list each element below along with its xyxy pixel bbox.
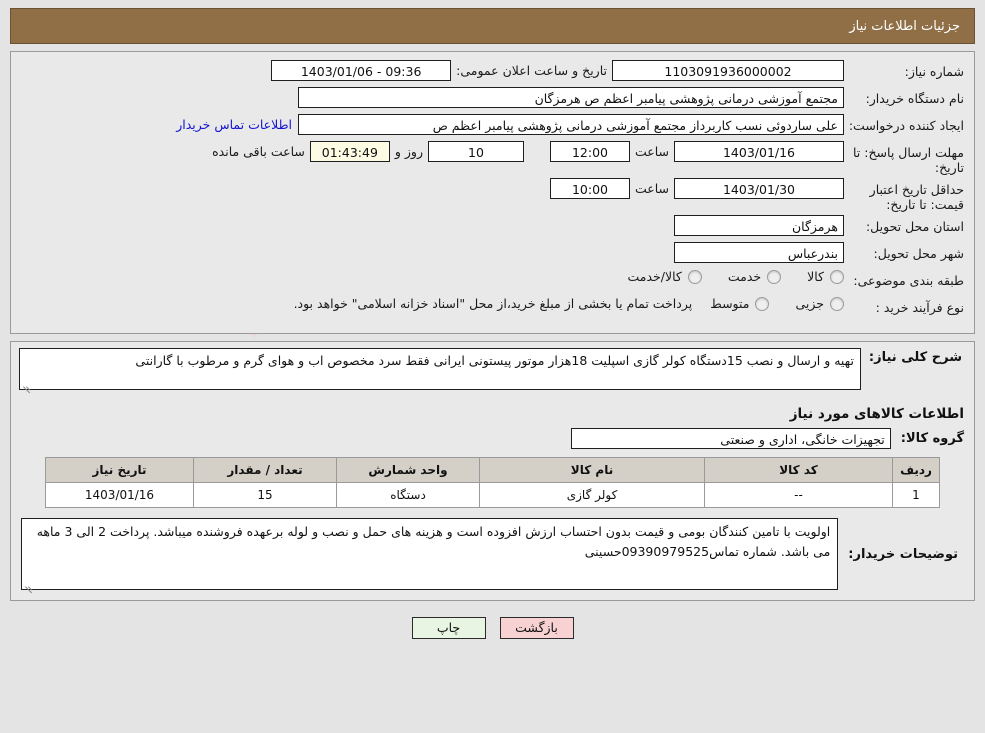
process-option-label-0: جزیی [795, 296, 824, 311]
row-deadline: مهلت ارسال پاسخ: تا تاریخ: 1403/01/16 سا… [21, 141, 964, 175]
buyer-notes-label: توضیحات خریدار: [848, 546, 958, 562]
category-option-label-2: کالا/خدمت [627, 269, 682, 284]
cell-code: -- [704, 482, 893, 508]
deadline-hour-label: ساعت [634, 144, 669, 159]
column-header-code: کد کالا [704, 457, 893, 483]
radio-circle-icon[interactable] [755, 296, 770, 311]
buyer-notes-textarea[interactable]: اولویت با تامین کنندگان بومی و قیمت بدون… [21, 518, 839, 590]
buyer-org-label: نام دستگاه خریدار: [865, 91, 964, 106]
radio-circle-icon[interactable] [830, 269, 844, 284]
category-radio-kala-khedmat[interactable]: کالا/خدمت [627, 269, 702, 284]
row-need-number: شماره نیاز: 1103091936000002 تاریخ و ساع… [21, 60, 964, 84]
header-bar: جزئیات اطلاعات نیاز [10, 8, 975, 44]
process-note: پرداخت تمام یا بخشی از مبلغ خرید،از محل … [293, 296, 693, 311]
print-button[interactable]: چاپ [411, 617, 486, 639]
row-creator: ایجاد کننده درخواست: علی ساردوئی نسب کار… [21, 114, 964, 138]
cell-name: کولر گازی [479, 482, 705, 508]
price-validity-label: حداقل تاریخ اعتبار قیمت: تا تاریخ: [869, 182, 964, 212]
deadline-date-value: 1403/01/16 [674, 141, 844, 162]
price-validity-hour-label: ساعت [634, 181, 669, 196]
category-radio-kala[interactable]: کالا [807, 269, 844, 284]
column-header-date: تاریخ نیاز [45, 457, 194, 483]
category-label: طبقه بندی موضوعی: [853, 273, 964, 288]
deadline-label: مهلت ارسال پاسخ: تا تاریخ: [853, 145, 964, 175]
buyer-contact-link[interactable]: اطلاعات تماس خریدار [170, 117, 298, 132]
radio-circle-icon[interactable] [687, 269, 702, 284]
description-value: تهیه و ارسال و نصب 15دستگاه کولر گازی اس… [135, 353, 854, 368]
row-province: استان محل تحویل: هرمزگان [21, 215, 964, 239]
creator-label: ایجاد کننده درخواست: [848, 118, 964, 133]
row-buyer-org: نام دستگاه خریدار: مجتمع آموزشی درمانی پ… [21, 87, 964, 111]
process-option-label-1: متوسط [710, 296, 750, 311]
resize-handle[interactable] [24, 578, 34, 588]
cell-unit: دستگاه [336, 482, 480, 508]
row-buyer-notes: توضیحات خریدار: اولویت با تامین کنندگان … [11, 508, 974, 600]
radio-circle-icon[interactable] [767, 269, 782, 284]
category-option-label-1: خدمت [727, 269, 762, 284]
buyer-notes-value: اولویت با تامین کنندگان بومی و قیمت بدون… [36, 524, 831, 559]
process-radio-jozee[interactable]: جزیی [795, 296, 844, 311]
column-header-name: نام کالا [479, 457, 705, 483]
process-label: نوع فرآیند خرید : [875, 300, 964, 315]
description-textarea[interactable]: تهیه و ارسال و نصب 15دستگاه کولر گازی اس… [19, 348, 861, 390]
cell-date: 1403/01/16 [45, 482, 194, 508]
price-validity-time-value: 10:00 [549, 178, 630, 199]
public-announce-value: 09:36 - 1403/01/06 [271, 60, 452, 81]
category-radio-khedmat[interactable]: خدمت [727, 269, 782, 284]
process-radio-group: جزیی متوسط [710, 296, 844, 311]
province-label: استان محل تحویل: [865, 219, 964, 234]
resize-handle[interactable] [22, 378, 32, 388]
page-title: جزئیات اطلاعات نیاز [849, 18, 960, 34]
goods-table: ردیف کد کالا نام کالا واحد شمارش تعداد /… [45, 457, 940, 508]
row-category: طبقه بندی موضوعی: کالا خدمت کالا/خدمت [21, 269, 964, 293]
row-city: شهر محل تحویل: بندرعباس [21, 242, 964, 266]
table-header-row: ردیف کد کالا نام کالا واحد شمارش تعداد /… [45, 457, 940, 483]
row-price-validity: حداقل تاریخ اعتبار قیمت: تا تاریخ: 1403/… [21, 178, 964, 212]
row-process-type: نوع فرآیند خرید : جزیی متوسط پرداخت تمام… [21, 296, 964, 320]
description-panel: شرح کلی نیاز: تهیه و ارسال و نصب 15دستگا… [10, 341, 975, 601]
category-option-label-0: کالا [807, 269, 824, 284]
page-root: AriaTender.net جزئیات اطلاعات نیاز شماره… [0, 0, 985, 733]
deadline-time-value: 12:00 [549, 141, 630, 162]
back-button[interactable]: بازگشت [499, 617, 574, 639]
goods-group-label: گروه کالا: [900, 431, 964, 446]
need-number-label: شماره نیاز: [904, 64, 964, 79]
price-validity-date-value: 1403/01/30 [674, 178, 844, 199]
need-number-value: 1103091936000002 [612, 60, 844, 81]
row-description: شرح کلی نیاز: تهیه و ارسال و نصب 15دستگا… [11, 342, 974, 396]
button-bar: بازگشت چاپ [0, 601, 985, 639]
province-value: هرمزگان [674, 215, 844, 236]
cell-radif: 1 [892, 482, 940, 508]
column-header-radif: ردیف [892, 457, 940, 483]
goods-section-title: اطلاعات کالاهای مورد نیاز [789, 406, 964, 422]
table-row: 1 -- کولر گازی دستگاه 15 1403/01/16 [45, 482, 940, 508]
days-and-label: روز و [394, 144, 423, 159]
public-announce-label: تاریخ و ساعت اعلان عمومی: [456, 63, 607, 78]
category-radio-group: کالا خدمت کالا/خدمت [627, 269, 844, 284]
days-remaining-value: 10 [427, 141, 524, 162]
radio-circle-icon[interactable] [830, 296, 844, 311]
creator-value: علی ساردوئی نسب کاربرداز مجتمع آموزشی در… [298, 114, 844, 135]
cell-qty: 15 [193, 482, 337, 508]
row-goods-group: گروه کالا: تجهیزات خانگی، اداری و صنعتی [11, 428, 974, 457]
goods-group-value: تجهیزات خانگی، اداری و صنعتی [570, 428, 891, 449]
city-label: شهر محل تحویل: [873, 246, 964, 261]
column-header-qty: تعداد / مقدار [193, 457, 337, 483]
countdown-timer: 01:43:49 [309, 141, 390, 162]
city-value: بندرعباس [674, 242, 844, 263]
buyer-org-value: مجتمع آموزشی درمانی پژوهشی پیامبر اعظم ص… [298, 87, 844, 108]
column-header-unit: واحد شمارش [336, 457, 480, 483]
description-label: شرح کلی نیاز: [868, 350, 962, 365]
hours-remaining-label: ساعت باقی مانده [212, 144, 305, 159]
need-info-panel: شماره نیاز: 1103091936000002 تاریخ و ساع… [10, 51, 975, 334]
process-radio-motavaset[interactable]: متوسط [710, 296, 770, 311]
